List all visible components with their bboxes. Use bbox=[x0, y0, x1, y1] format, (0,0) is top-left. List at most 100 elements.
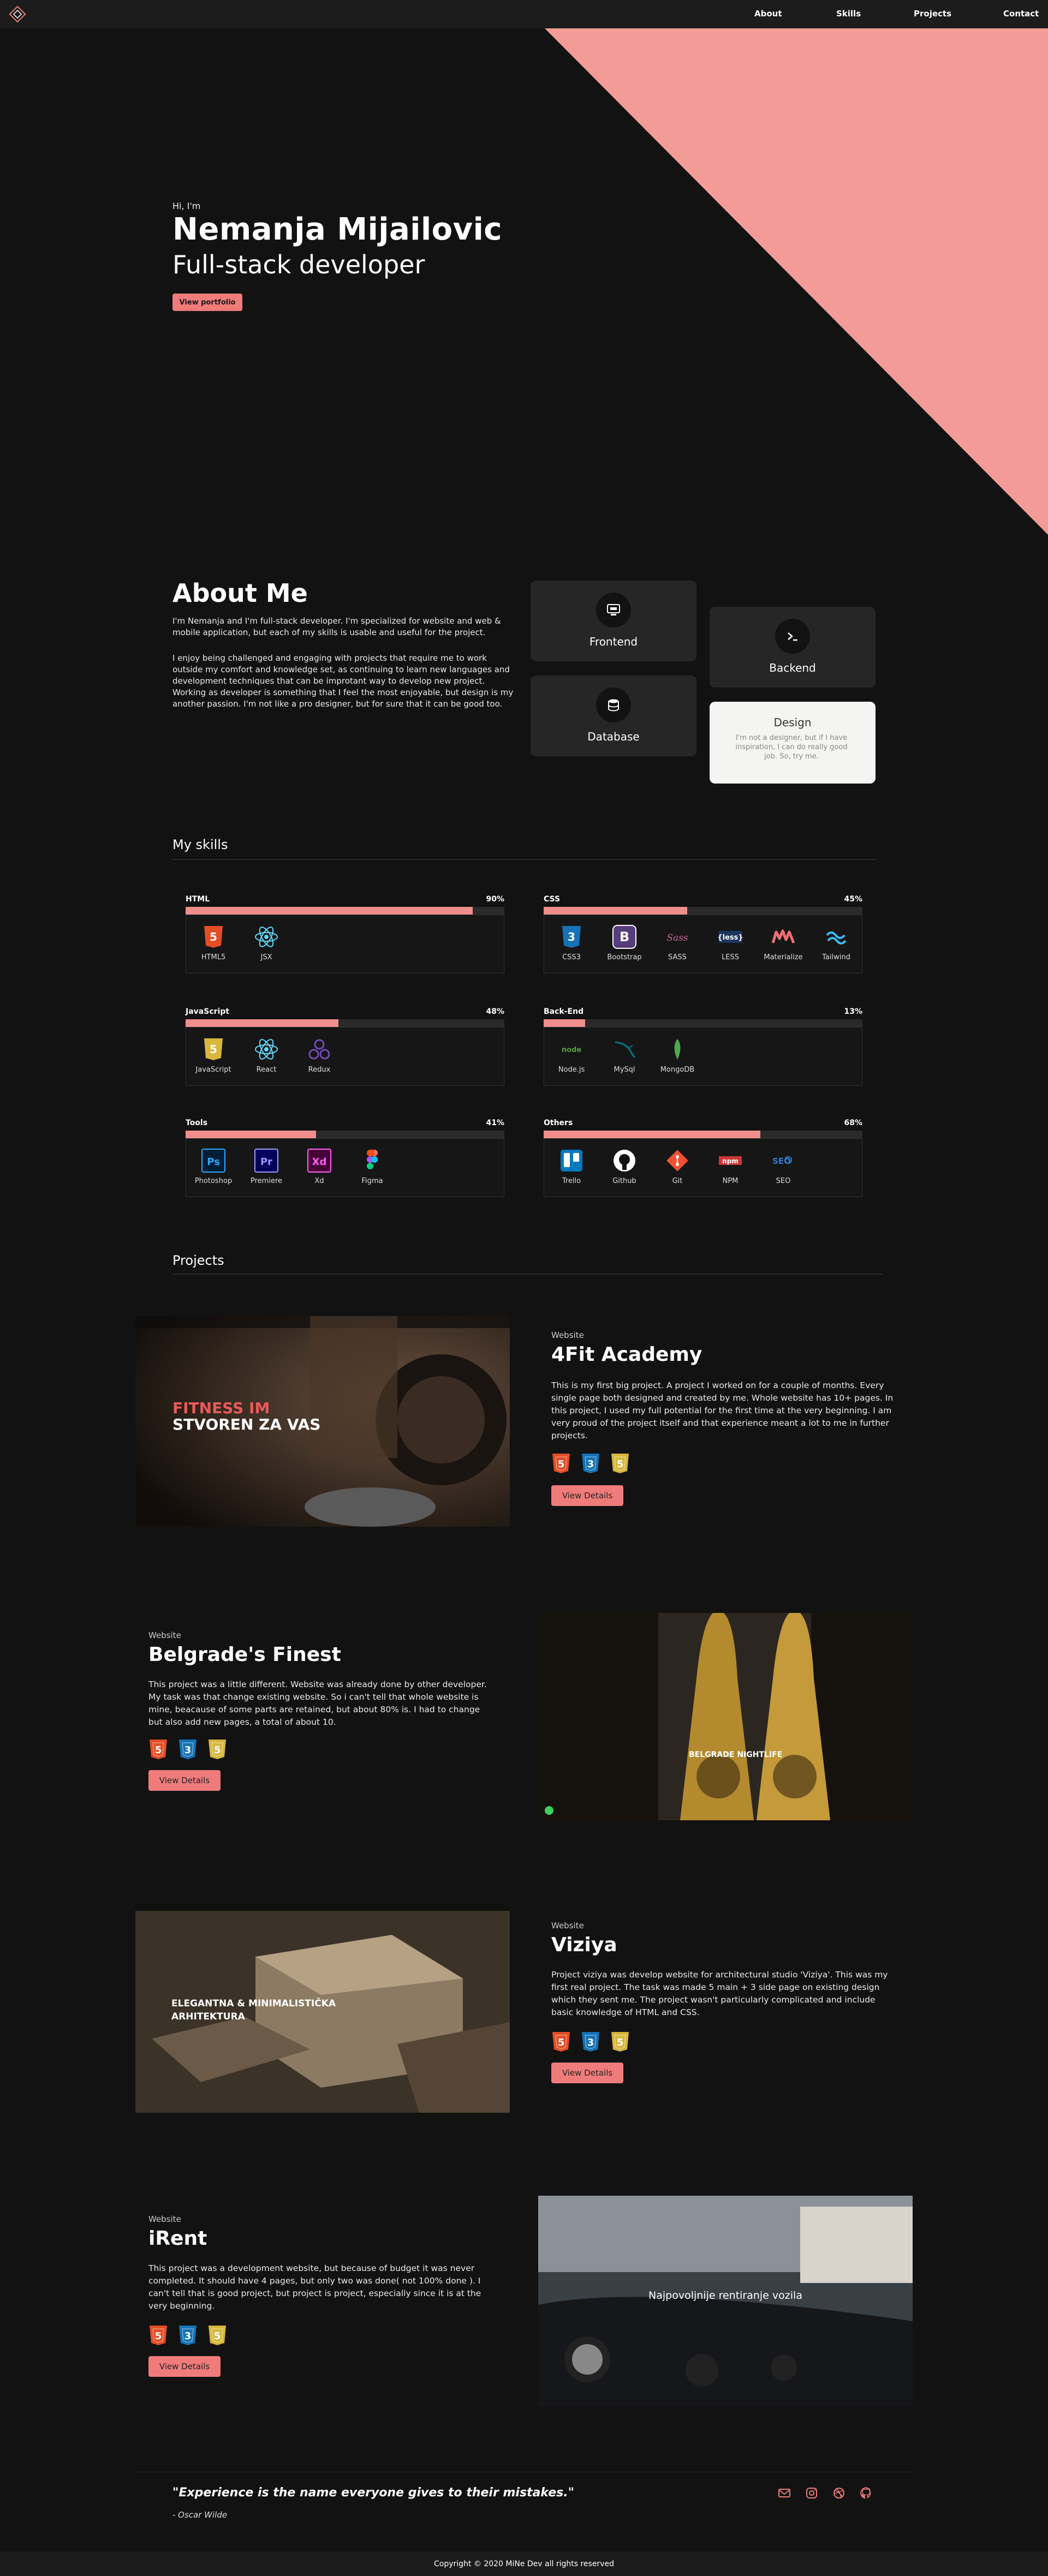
tech-item: MySql bbox=[603, 1035, 646, 1074]
svg-text:3: 3 bbox=[587, 1459, 594, 1470]
js-badge-icon: 5 bbox=[207, 2324, 227, 2346]
nav-link-about[interactable]: About bbox=[754, 9, 782, 19]
tech-item: npm NPM bbox=[708, 1146, 752, 1185]
tech-label: MySql bbox=[614, 1066, 635, 1074]
tech-label: Premiere bbox=[251, 1177, 282, 1185]
skill-group-name: Others bbox=[544, 1119, 573, 1127]
trello-icon bbox=[557, 1146, 586, 1175]
project-screenshot-viziya[interactable]: ELEGANTNA & MINIMALISTIČKA ARHITEKTURA bbox=[135, 1902, 510, 2113]
tech-item: Trello bbox=[550, 1146, 593, 1185]
frontend-label: Frontend bbox=[589, 635, 638, 648]
tech-label: Redux bbox=[308, 1066, 331, 1074]
html5-badge-icon: 5 bbox=[551, 2031, 571, 2053]
skill-tech-box: Trello Github Git npm NPM SEO SEO bbox=[544, 1138, 862, 1197]
view-details-button-belgrade[interactable]: View Details bbox=[148, 1770, 221, 1791]
project-desc-4fit: This is my first big project. A project … bbox=[551, 1380, 894, 1441]
backend-card[interactable]: Backend bbox=[710, 607, 876, 688]
tech-label: Materialize bbox=[764, 953, 803, 961]
svg-text:5: 5 bbox=[210, 930, 217, 943]
tech-label: Github bbox=[612, 1177, 636, 1185]
terminal-icon bbox=[775, 619, 810, 654]
logo-icon[interactable] bbox=[9, 5, 26, 23]
shot-4fit-line2: STVOREN ZA VAS bbox=[172, 1415, 321, 1433]
tech-item: Git bbox=[656, 1146, 699, 1185]
project-desc-belgrade: This project was a little different. Web… bbox=[148, 1680, 487, 1727]
tech-item: B Bootstrap bbox=[603, 923, 646, 961]
nav-link-projects[interactable]: Projects bbox=[914, 9, 951, 19]
shot-4fit-line1: FITNESS IM bbox=[172, 1399, 270, 1417]
skill-progress-fill bbox=[544, 907, 687, 915]
project-screenshot-4fit[interactable]: FITNESS IM STVOREN ZA VAS bbox=[135, 1316, 510, 1527]
github-icon[interactable] bbox=[859, 2486, 873, 2500]
skill-progress-bar bbox=[544, 907, 862, 915]
tech-item: Ps Photoshop bbox=[192, 1146, 235, 1185]
css3-badge-icon: 3 bbox=[581, 1453, 600, 1474]
project-title-viziya: Viziya bbox=[551, 1934, 617, 1956]
dribbble-icon[interactable] bbox=[832, 2486, 846, 2500]
skill-progress-bar bbox=[186, 907, 504, 915]
hero-greeting: Hi, I'm bbox=[172, 201, 201, 211]
svg-text:5: 5 bbox=[558, 1459, 565, 1470]
skill-group-percent: 68% bbox=[844, 1119, 862, 1127]
backend-label: Backend bbox=[769, 661, 816, 674]
project-screenshot-belgrade[interactable]: BELGRADE NIGHTLIFE bbox=[538, 1613, 913, 1820]
skill-progress-fill bbox=[544, 1131, 761, 1138]
css3-badge-icon: 3 bbox=[178, 1738, 198, 1760]
nav-link-skills[interactable]: Skills bbox=[836, 9, 861, 19]
skill-group-name: JavaScript bbox=[186, 1007, 230, 1016]
frontend-card[interactable]: Frontend bbox=[531, 581, 696, 661]
svg-text:5: 5 bbox=[155, 2330, 162, 2342]
footer-quote-author: - Oscar Wilde bbox=[172, 2510, 228, 2520]
tech-label: Tailwind bbox=[822, 953, 850, 961]
tech-label: Photoshop bbox=[194, 1177, 233, 1185]
projects-title: Projects bbox=[172, 1253, 224, 1268]
skills-divider bbox=[172, 859, 877, 860]
tech-item: 5 JavaScript bbox=[192, 1035, 235, 1074]
tech-item: 3 CSS3 bbox=[550, 923, 593, 961]
javascript-icon: 5 bbox=[199, 1035, 228, 1063]
tech-label: SASS bbox=[668, 953, 687, 961]
design-card[interactable]: Design I'm not a designer, but if I have… bbox=[710, 702, 876, 784]
react-icon bbox=[252, 1035, 281, 1063]
database-card[interactable]: Database bbox=[531, 676, 696, 756]
skill-progress-bar bbox=[544, 1019, 862, 1027]
project-kind-4fit: Website bbox=[551, 1330, 584, 1340]
skill-progress-bar bbox=[544, 1131, 862, 1138]
svg-text:Sass: Sass bbox=[666, 933, 688, 943]
svg-text:5: 5 bbox=[210, 1043, 217, 1056]
tailwind-icon bbox=[822, 923, 850, 951]
project-screenshot-irent[interactable]: Najpovoljnije rentiranje vozila bbox=[538, 2196, 913, 2406]
svg-text:5: 5 bbox=[214, 1744, 221, 1756]
tech-item: {less} LESS bbox=[708, 923, 752, 961]
sass-icon: Sass bbox=[663, 923, 692, 951]
figma-icon bbox=[358, 1146, 386, 1175]
design-title: Design bbox=[773, 716, 812, 729]
tech-item: Redux bbox=[297, 1035, 341, 1074]
tech-label: Bootstrap bbox=[607, 953, 642, 961]
svg-text:5: 5 bbox=[617, 1459, 624, 1470]
jsx-icon bbox=[252, 923, 281, 951]
css3-icon: 3 bbox=[557, 923, 586, 951]
view-details-button-irent[interactable]: View Details bbox=[148, 2356, 221, 2377]
npm-icon: npm bbox=[716, 1146, 745, 1175]
xd-icon: Xd bbox=[305, 1146, 334, 1175]
nav-link-contact[interactable]: Contact bbox=[1003, 9, 1039, 19]
skills-title: My skills bbox=[172, 837, 228, 852]
view-details-button-4fit[interactable]: View Details bbox=[551, 1485, 623, 1506]
view-details-button-viziya[interactable]: View Details bbox=[551, 2063, 623, 2083]
mail-icon[interactable] bbox=[777, 2486, 791, 2500]
svg-text:Xd: Xd bbox=[312, 1156, 327, 1168]
svg-text:node: node bbox=[562, 1046, 581, 1054]
tech-label: Trello bbox=[562, 1177, 581, 1185]
skill-tech-box: 5 JavaScript React Redux bbox=[186, 1027, 504, 1086]
tech-item: 5 HTML5 bbox=[192, 923, 235, 961]
tech-item: MongoDB bbox=[656, 1035, 699, 1074]
tech-label: CSS3 bbox=[562, 953, 581, 961]
project-badges-belgrade: 5 3 5 bbox=[148, 1738, 227, 1761]
skill-tech-box: Ps Photoshop Pr Premiere Xd Xd Figma bbox=[186, 1138, 504, 1197]
view-portfolio-button[interactable]: View portfolio bbox=[172, 294, 242, 311]
svg-text:5: 5 bbox=[155, 1744, 162, 1756]
photoshop-icon: Ps bbox=[199, 1146, 228, 1175]
projects-divider bbox=[172, 1274, 882, 1275]
instagram-icon[interactable] bbox=[805, 2486, 819, 2500]
